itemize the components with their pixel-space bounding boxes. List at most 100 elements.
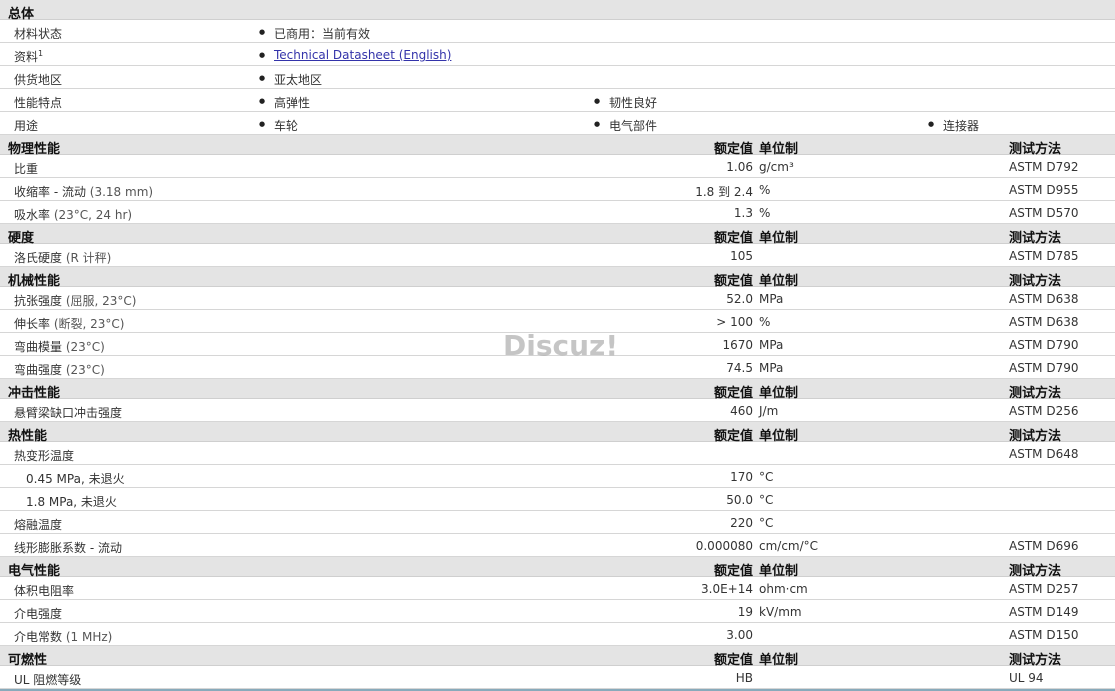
property-condition: (23°C, 24 hr) <box>50 208 133 222</box>
property-label: 洛氏硬度 (R 计秤) <box>14 251 112 265</box>
overview-row: 性能特点 高弹性 韧性良好 <box>0 89 1115 112</box>
property-row: 1.8 MPa, 未退火 50.0 °C <box>0 488 1115 511</box>
property-label: 熔融温度 <box>14 518 63 532</box>
section-header-overview: 总体 <box>0 0 1115 22</box>
bullet-item: 亚太地区 <box>259 71 322 88</box>
row-label: 用途 <box>14 119 39 133</box>
property-label: 比重 <box>14 162 39 176</box>
property-value: 3.00 <box>726 628 753 642</box>
property-row: 收缩率 - 流动 (3.18 mm) 1.8 到 2.4% ASTM D955 <box>0 178 1115 201</box>
property-row: 0.45 MPa, 未退火 170 °C <box>0 465 1115 488</box>
property-row: 比重 1.06 g/cm³ ASTM D792 <box>0 155 1115 178</box>
test-method: ASTM D149 <box>1009 605 1079 619</box>
property-unit: kV/mm <box>759 605 802 619</box>
test-method: ASTM D792 <box>1009 160 1079 174</box>
property-row: 介电常数 (1 MHz) 3.00 ASTM D150 <box>0 623 1115 646</box>
row-label: 材料状态 <box>14 27 63 41</box>
bullet-item: 已商用：当前有效 <box>259 25 370 42</box>
test-method: ASTM D638 <box>1009 292 1079 306</box>
property-label: 吸水率 (23°C, 24 hr) <box>14 208 133 222</box>
overview-row: 材料状态 已商用：当前有效 <box>0 20 1115 43</box>
property-label: 收缩率 - 流动 (3.18 mm) <box>14 185 154 199</box>
property-label: 介电常数 (1 MHz) <box>14 630 113 644</box>
section-header: 可燃性 额定值 单位制 测试方法 <box>0 646 1115 668</box>
overview-row: 供货地区 亚太地区 <box>0 66 1115 89</box>
test-method: ASTM D648 <box>1009 447 1079 461</box>
property-value: 170 <box>730 470 753 484</box>
property-row: 洛氏硬度 (R 计秤) 105 ASTM D785 <box>0 244 1115 267</box>
property-condition: (屈服, 23°C) <box>62 294 137 308</box>
property-label: 线形膨胀系数 - 流动 <box>14 541 122 555</box>
property-value: 50.0 <box>726 493 753 507</box>
property-value: 1.8 到 2.4 <box>695 185 753 199</box>
bullet-item: 连接器 <box>928 117 979 134</box>
section-header: 冲击性能 额定值 单位制 测试方法 <box>0 379 1115 401</box>
section-header: 物理性能 额定值 单位制 测试方法 <box>0 135 1115 157</box>
property-unit: MPa <box>759 338 784 352</box>
property-value: 220 <box>730 516 753 530</box>
row-label: 供货地区 <box>14 73 63 87</box>
section-header: 硬度 额定值 单位制 测试方法 <box>0 224 1115 246</box>
property-row: UL 阻燃等级 HB UL 94 <box>0 666 1115 689</box>
watermark-text: Discuz! <box>503 329 619 362</box>
test-method: ASTM D256 <box>1009 404 1079 418</box>
bullet-item: 电气部件 <box>594 117 657 134</box>
property-label: 悬臂梁缺口冲击强度 <box>14 406 123 420</box>
property-label: 1.8 MPa, 未退火 <box>26 495 117 509</box>
row-label: 资料1 <box>14 49 44 64</box>
property-condition: (23°C) <box>62 340 105 354</box>
property-unit: °C <box>759 493 774 507</box>
property-condition: (断裂, 23°C) <box>50 317 125 331</box>
property-row: 体积电阻率 3.0E+14 ohm·cm ASTM D257 <box>0 577 1115 600</box>
test-method: ASTM D790 <box>1009 338 1079 352</box>
property-unit: MPa <box>759 292 784 306</box>
test-method: ASTM D790 <box>1009 361 1079 375</box>
section-header: 热性能 额定值 单位制 测试方法 <box>0 422 1115 444</box>
property-label: 0.45 MPa, 未退火 <box>26 472 125 486</box>
property-value: 74.5 <box>726 361 753 375</box>
bullet-item: 韧性良好 <box>594 94 657 111</box>
property-row: 热变形温度 ASTM D648 <box>0 442 1115 465</box>
property-condition: (3.18 mm) <box>85 185 154 199</box>
footnote-marker: 1 <box>38 49 44 58</box>
property-unit: °C <box>759 516 774 530</box>
test-method: ASTM D785 <box>1009 249 1079 263</box>
property-label: 弯曲强度 (23°C) <box>14 363 105 377</box>
property-value: 1.06 <box>726 160 753 174</box>
property-value: 52.0 <box>726 292 753 306</box>
datasheet-link[interactable]: Technical Datasheet (English) <box>259 48 451 62</box>
property-row: 抗张强度 (屈服, 23°C) 52.0 MPa ASTM D638 <box>0 287 1115 310</box>
bullet-item: 高弹性 <box>259 94 310 111</box>
property-value: 1670 <box>722 338 753 352</box>
property-value: 0.000080 <box>695 539 753 553</box>
test-method: ASTM D696 <box>1009 539 1079 553</box>
property-label: UL 阻燃等级 <box>14 673 82 687</box>
section-header: 电气性能 额定值 单位制 测试方法 <box>0 557 1115 579</box>
property-row: 介电强度 19 kV/mm ASTM D149 <box>0 600 1115 623</box>
property-row: 吸水率 (23°C, 24 hr) 1.3% ASTM D570 <box>0 201 1115 224</box>
property-value: 105 <box>730 249 753 263</box>
bullet-item: 车轮 <box>259 117 298 134</box>
property-unit: MPa <box>759 361 784 375</box>
property-row: 悬臂梁缺口冲击强度 460 J/m ASTM D256 <box>0 399 1115 422</box>
row-label: 性能特点 <box>14 96 63 110</box>
property-value: 1.3 <box>733 206 753 220</box>
test-method: ASTM D570 <box>1009 206 1079 220</box>
test-method: ASTM D638 <box>1009 315 1079 329</box>
property-unit: % <box>759 183 771 197</box>
property-label: 热变形温度 <box>14 449 75 463</box>
property-unit: cm/cm/°C <box>759 539 819 553</box>
property-value: 460 <box>730 404 753 418</box>
property-label: 介电强度 <box>14 607 63 621</box>
overview-row: 用途 车轮 电气部件 连接器 <box>0 112 1115 135</box>
test-method: UL 94 <box>1009 671 1044 685</box>
property-label: 抗张强度 (屈服, 23°C) <box>14 294 137 308</box>
property-unit: % <box>759 206 771 220</box>
property-unit: g/cm³ <box>759 160 794 174</box>
property-value: 3.0E+14 <box>701 582 753 596</box>
property-value: > 100 <box>716 315 753 329</box>
property-unit: ohm·cm <box>759 582 808 596</box>
property-label: 弯曲模量 (23°C) <box>14 340 105 354</box>
property-condition: (23°C) <box>62 363 105 377</box>
section-header: 机械性能 额定值 单位制 测试方法 <box>0 267 1115 289</box>
